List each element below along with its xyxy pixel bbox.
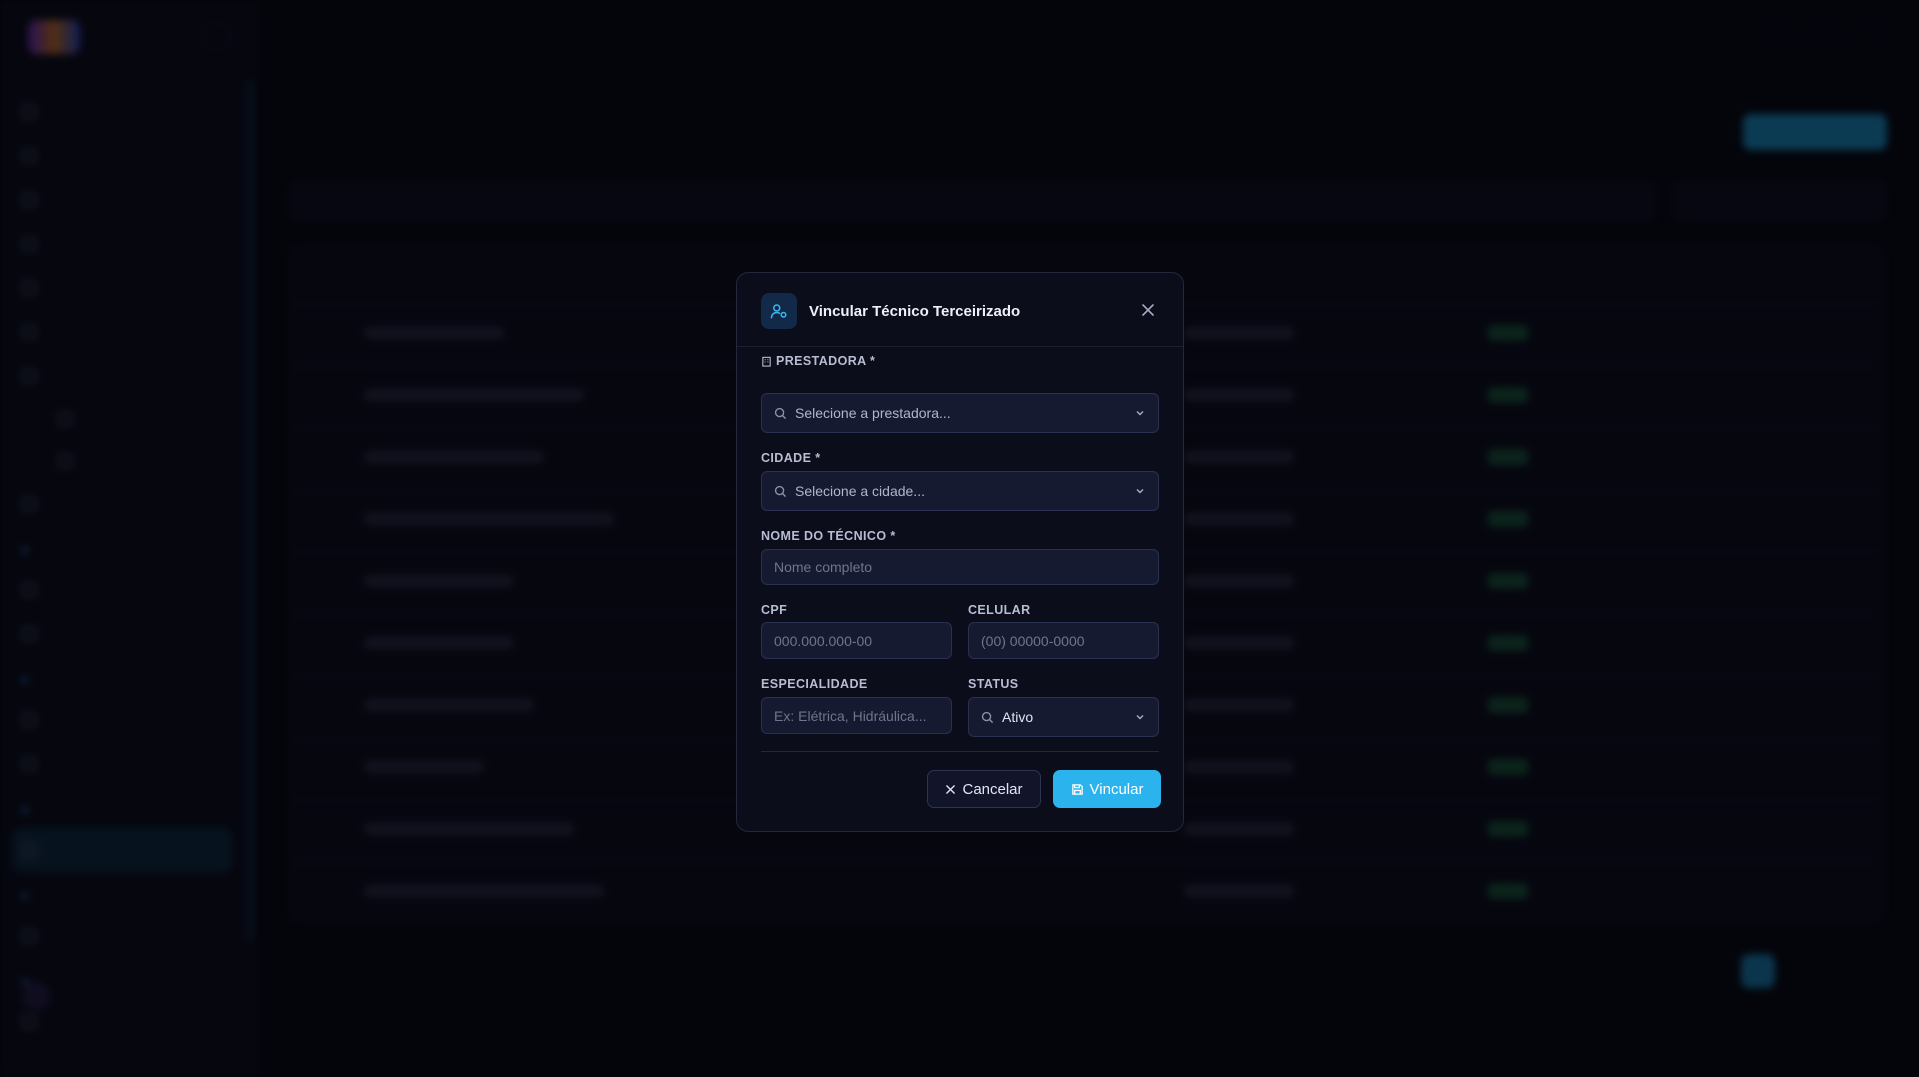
status-value: Ativo <box>1002 709 1034 725</box>
close-icon <box>946 784 956 794</box>
cancel-button-label: Cancelar <box>962 780 1023 798</box>
especialidade-label: ESPECIALIDADE <box>761 677 868 691</box>
prestadora-label-text: PRESTADORA * <box>776 354 876 368</box>
close-icon[interactable] <box>1137 299 1159 321</box>
celular-label: CELULAR <box>968 603 1031 617</box>
chevron-down-icon <box>1134 485 1146 497</box>
cpf-field[interactable] <box>761 622 952 659</box>
link-button[interactable]: Vincular <box>1053 770 1161 808</box>
cidade-label: CIDADE * <box>761 451 821 465</box>
celular-input[interactable] <box>969 632 1158 649</box>
modal-title: Vincular Técnico Terceirizado <box>809 303 1021 320</box>
building-icon <box>762 356 771 367</box>
modal-header: Vincular Técnico Terceirizado <box>737 273 1183 347</box>
footer-divider <box>761 751 1159 752</box>
user-cog-icon <box>761 293 797 329</box>
prestadora-select[interactable]: Selecione a prestadora... <box>761 393 1159 433</box>
search-icon <box>774 485 787 498</box>
cidade-placeholder: Selecione a cidade... <box>795 483 925 499</box>
nome-input[interactable] <box>762 559 1158 575</box>
nome-field[interactable] <box>761 549 1159 585</box>
status-label: STATUS <box>968 677 1019 691</box>
cpf-input[interactable] <box>762 632 951 649</box>
cpf-label: CPF <box>761 603 788 617</box>
search-icon <box>774 407 787 420</box>
chevron-down-icon <box>1134 711 1146 723</box>
prestadora-placeholder: Selecione a prestadora... <box>795 405 951 421</box>
especialidade-field[interactable] <box>761 697 952 734</box>
status-select[interactable]: Ativo <box>968 697 1159 737</box>
cancel-button[interactable]: Cancelar <box>927 770 1041 808</box>
celular-field[interactable] <box>968 622 1159 659</box>
save-icon <box>1071 783 1083 795</box>
link-button-label: Vincular <box>1089 780 1144 798</box>
especialidade-input[interactable] <box>762 707 951 724</box>
search-icon <box>981 711 994 724</box>
cidade-select[interactable]: Selecione a cidade... <box>761 471 1159 511</box>
link-technician-modal: Vincular Técnico Terceirizado PRESTADORA… <box>736 272 1184 832</box>
nome-label: NOME DO TÉCNICO * <box>761 529 896 543</box>
chevron-down-icon <box>1134 407 1146 419</box>
prestadora-label: PRESTADORA * <box>761 354 875 368</box>
